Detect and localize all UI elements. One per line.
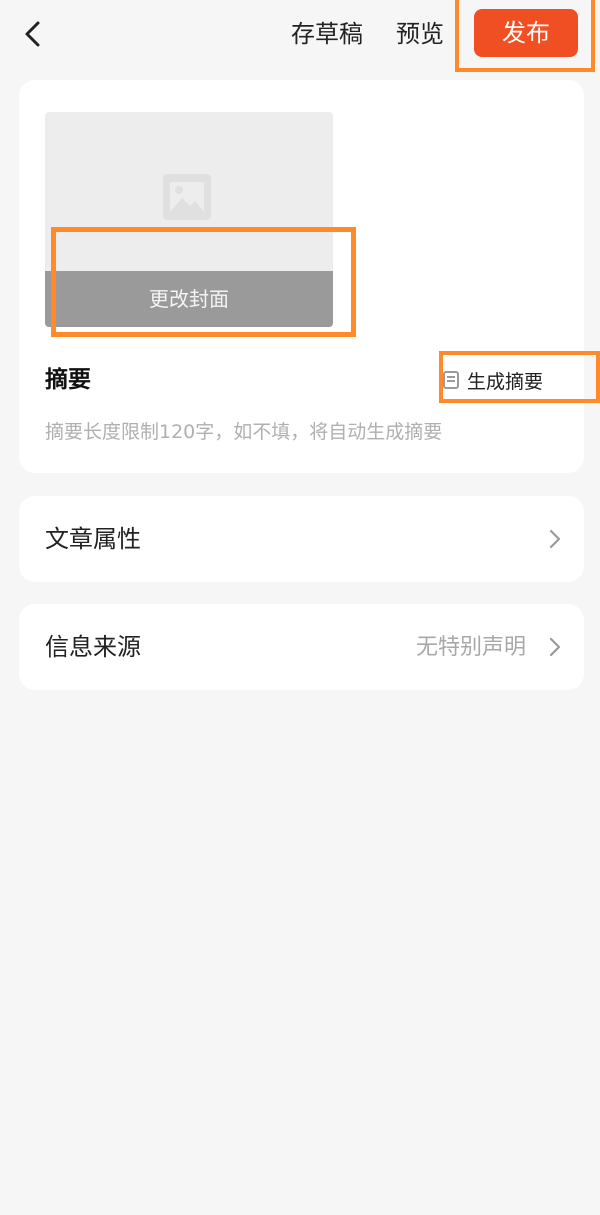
change-cover-button[interactable]: 更改封面 <box>45 271 333 327</box>
publish-button[interactable]: 发布 <box>474 9 578 57</box>
info-source-row[interactable]: 信息来源 无特别声明 <box>19 604 584 690</box>
cover-image[interactable]: 更改封面 <box>45 112 333 327</box>
document-icon <box>443 371 459 389</box>
article-attributes-row[interactable]: 文章属性 <box>19 496 584 582</box>
chevron-right-icon <box>548 528 562 550</box>
chevron-right-icon <box>548 636 562 658</box>
article-attributes-label: 文章属性 <box>45 525 141 553</box>
image-placeholder-icon <box>163 174 211 220</box>
chevron-left-icon <box>18 18 50 50</box>
top-bar: 存草稿 预览 发布 <box>0 0 600 72</box>
generate-summary-label: 生成摘要 <box>467 370 544 393</box>
info-source-label: 信息来源 <box>45 633 141 661</box>
summary-input[interactable]: 摘要长度限制120字，如不填，将自动生成摘要 <box>45 417 442 447</box>
save-draft-button[interactable]: 存草稿 <box>291 16 363 52</box>
summary-title: 摘要 <box>45 367 91 393</box>
back-button[interactable] <box>18 18 50 50</box>
cover-summary-card: 更改封面 摘要 生成摘要 摘要长度限制120字，如不填，将自动生成摘要 <box>19 80 600 473</box>
preview-button[interactable]: 预览 <box>396 16 444 52</box>
info-source-value: 无特别声明 <box>415 635 526 660</box>
generate-summary-button[interactable]: 生成摘要 <box>443 363 543 397</box>
